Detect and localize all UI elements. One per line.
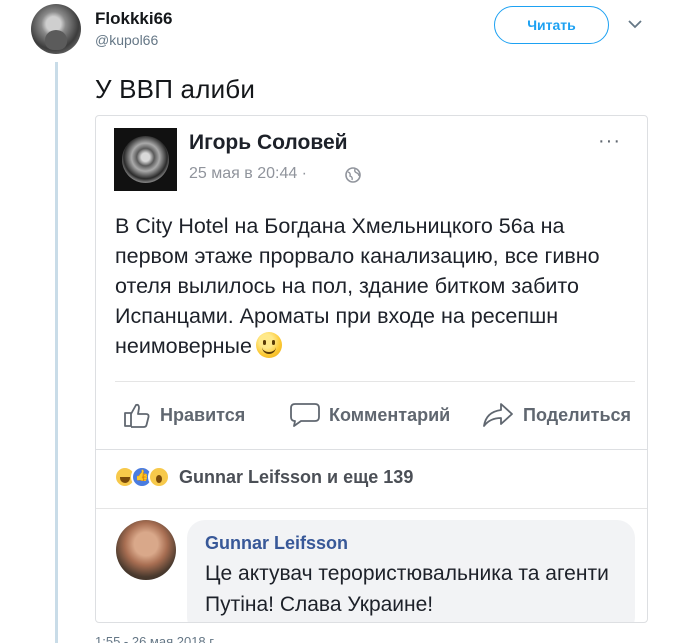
tweet-text: У ВВП алиби bbox=[95, 74, 256, 104]
fb-post-timestamp[interactable]: 25 мая в 20:44 · bbox=[189, 165, 307, 183]
like-button[interactable]: Нравится bbox=[122, 401, 245, 429]
commenter-avatar[interactable] bbox=[116, 520, 176, 580]
fb-post-text: В City Hotel на Богдана Хмельницкого 56а… bbox=[115, 211, 635, 361]
like-label: Нравится bbox=[160, 404, 246, 425]
wow-reaction-icon bbox=[148, 466, 170, 488]
divider bbox=[96, 449, 647, 450]
chevron-down-icon[interactable] bbox=[627, 18, 643, 30]
thread-line bbox=[55, 62, 58, 643]
tweet-author-handle[interactable]: @kupol66 bbox=[95, 32, 158, 48]
comment-bubble-icon bbox=[290, 403, 320, 427]
tweet-author-name[interactable]: Flokkki66 bbox=[95, 9, 173, 29]
more-options-icon[interactable]: ··· bbox=[598, 130, 621, 153]
comment-label: Комментарий bbox=[329, 404, 451, 425]
smiley-emoji-icon bbox=[255, 332, 282, 358]
fb-author-name[interactable]: Игорь Соловей bbox=[189, 131, 348, 155]
share-button[interactable]: Поделиться bbox=[481, 401, 631, 429]
share-arrow-icon bbox=[483, 403, 513, 427]
commenter-name[interactable]: Gunnar Leifsson bbox=[205, 533, 348, 554]
comment-bubble: Gunnar Leifsson Це актувач терористюваль… bbox=[187, 520, 635, 622]
reactions-summary[interactable]: Gunnar Leifsson и еще 139 bbox=[114, 466, 413, 488]
fb-post-body: В City Hotel на Богдана Хмельницкого 56а… bbox=[115, 214, 600, 358]
follow-button[interactable]: Читать bbox=[494, 6, 609, 44]
thumbs-up-icon bbox=[124, 403, 150, 428]
divider bbox=[115, 381, 635, 382]
comment-button[interactable]: Комментарий bbox=[289, 401, 450, 429]
tweet-date[interactable]: 1:55 - 26 мая 2018 г. bbox=[95, 634, 216, 643]
divider bbox=[96, 508, 647, 509]
share-label: Поделиться bbox=[523, 404, 632, 425]
reactions-text: Gunnar Leifsson и еще 139 bbox=[179, 466, 414, 487]
tweet-author-avatar[interactable] bbox=[31, 4, 81, 54]
globe-icon bbox=[345, 167, 361, 183]
comment-text: Це актувач терористювальника та агенти П… bbox=[205, 562, 609, 616]
embedded-facebook-post: Игорь Соловей 25 мая в 20:44 · ··· В Cit… bbox=[95, 115, 648, 623]
fb-author-avatar[interactable] bbox=[114, 128, 177, 191]
